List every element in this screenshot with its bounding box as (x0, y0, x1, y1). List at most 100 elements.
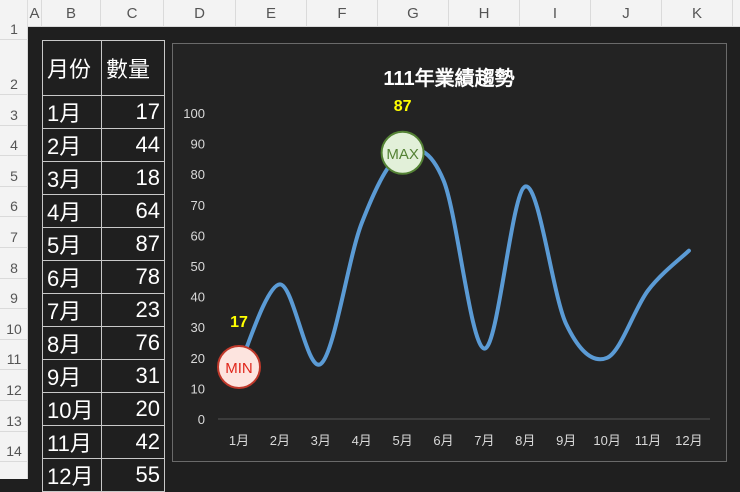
quantity-cell[interactable]: 23 (101, 293, 165, 327)
row-number: 4 (10, 137, 18, 154)
y-tick-label: 40 (191, 290, 205, 305)
quantity-cell[interactable]: 78 (101, 260, 165, 294)
y-tick-label: 20 (191, 351, 205, 366)
table-row: 8月 76 (42, 326, 165, 360)
max-value-label: 87 (394, 98, 412, 115)
quantity-cell[interactable]: 55 (101, 458, 165, 492)
table-row: 2月 44 (42, 128, 165, 162)
row-number: 6 (10, 198, 18, 215)
column-header-I[interactable]: I (520, 0, 591, 27)
column-header-H[interactable]: H (449, 0, 520, 27)
quantity-cell[interactable]: 76 (101, 326, 165, 360)
table-row: 7月 23 (42, 293, 165, 327)
header-quantity[interactable]: 數量 (101, 40, 165, 96)
table-row: 5月 87 (42, 227, 165, 261)
row-number: 9 (10, 290, 18, 307)
row-header-10[interactable]: 10 (0, 309, 28, 340)
column-header-B[interactable]: B (42, 0, 101, 27)
y-tick-label: 30 (191, 320, 205, 335)
row-number: 11 (6, 351, 22, 368)
data-table: 月份 數量 1月 17 2月 44 3月 18 4月 64 5月 87 6月 78 7月 23 8月 76 9月 3… (42, 40, 165, 492)
column-header-F[interactable]: F (307, 0, 378, 27)
table-row: 12月 55 (42, 458, 165, 492)
row-number: 12 (6, 381, 22, 398)
column-header-E[interactable]: E (236, 0, 307, 27)
quantity-cell[interactable]: 42 (101, 425, 165, 459)
column-header-A[interactable]: A (28, 0, 42, 27)
column-header-K[interactable]: K (662, 0, 733, 27)
row-number: 14 (6, 443, 22, 460)
row-header-4[interactable]: 4 (0, 126, 28, 157)
x-tick-label: 11月 (635, 433, 662, 448)
column-header-G[interactable]: G (378, 0, 449, 27)
row-header-3[interactable]: 3 (0, 95, 28, 126)
data-line (237, 147, 691, 369)
header-month[interactable]: 月份 (42, 40, 102, 96)
row-header-13[interactable]: 13 (0, 401, 28, 432)
row-header-14[interactable]: 14 (0, 432, 28, 463)
table-row: 1月 17 (42, 95, 165, 129)
table-row: 9月 31 (42, 359, 165, 393)
row-header-6[interactable]: 6 (0, 187, 28, 218)
y-tick-label: 10 (191, 381, 205, 396)
row-number: 2 (10, 76, 18, 92)
x-tick-label: 7月 (474, 433, 494, 448)
column-header-C[interactable]: C (101, 0, 164, 27)
column-header-D[interactable]: D (164, 0, 236, 27)
quantity-cell[interactable]: 18 (101, 161, 165, 195)
max-marker-label: MAX (386, 146, 419, 163)
month-cell[interactable]: 8月 (42, 326, 102, 360)
chart-title: 111年業績趨勢 (383, 66, 514, 90)
month-cell[interactable]: 2月 (42, 128, 102, 162)
row-number: 1 (10, 21, 18, 37)
month-cell[interactable]: 12月 (42, 458, 102, 492)
month-cell[interactable]: 10月 (42, 392, 102, 426)
table-row: 11月 42 (42, 425, 165, 459)
row-header-8[interactable]: 8 (0, 248, 28, 279)
y-tick-label: 60 (191, 228, 205, 243)
table-row: 3月 18 (42, 161, 165, 195)
month-cell[interactable]: 3月 (42, 161, 102, 195)
month-cell[interactable]: 4月 (42, 194, 102, 228)
quantity-cell[interactable]: 20 (101, 392, 165, 426)
y-tick-label: 50 (191, 259, 205, 274)
y-tick-label: 0 (198, 412, 205, 427)
y-tick-label: 80 (191, 167, 205, 182)
row-header-5[interactable]: 5 (0, 156, 28, 187)
quantity-cell[interactable]: 31 (101, 359, 165, 393)
x-tick-label: 8月 (515, 433, 535, 448)
month-cell[interactable]: 6月 (42, 260, 102, 294)
month-cell[interactable]: 5月 (42, 227, 102, 261)
x-tick-label: 5月 (392, 433, 412, 448)
row-number: 3 (10, 106, 18, 123)
x-tick-label: 12月 (675, 433, 702, 448)
quantity-cell[interactable]: 87 (101, 227, 165, 261)
column-header-J[interactable]: J (591, 0, 662, 27)
quantity-cell[interactable]: 17 (101, 95, 165, 129)
row-header-2[interactable]: 2 (0, 40, 28, 95)
month-cell[interactable]: 11月 (42, 425, 102, 459)
row-header-11[interactable]: 11 (0, 340, 28, 371)
x-tick-label: 3月 (311, 433, 331, 448)
row-number: 5 (10, 167, 18, 184)
row-header-1[interactable]: 1 (0, 21, 28, 40)
quantity-cell[interactable]: 44 (101, 128, 165, 162)
min-marker-label: MIN (225, 360, 253, 377)
month-cell[interactable]: 1月 (42, 95, 102, 129)
row-header-7[interactable]: 7 (0, 217, 28, 248)
x-tick-label: 2月 (270, 433, 290, 448)
month-cell[interactable]: 9月 (42, 359, 102, 393)
x-tick-label: 1月 (229, 433, 249, 448)
row-header-9[interactable]: 9 (0, 279, 28, 310)
row-header-12[interactable]: 12 (0, 370, 28, 401)
min-value-label: 17 (230, 314, 248, 331)
line-chart[interactable]: 111年業績趨勢 0 10 20 30 40 50 60 70 80 90 100 1月 2月 3月 4月 5月… (172, 43, 727, 462)
x-tick-label: 4月 (352, 433, 372, 448)
x-tick-label: 6月 (433, 433, 453, 448)
row-number: 13 (6, 412, 22, 429)
x-tick-label: 9月 (556, 433, 576, 448)
month-cell[interactable]: 7月 (42, 293, 102, 327)
table-row: 6月 78 (42, 260, 165, 294)
quantity-cell[interactable]: 64 (101, 194, 165, 228)
table-row: 10月 20 (42, 392, 165, 426)
